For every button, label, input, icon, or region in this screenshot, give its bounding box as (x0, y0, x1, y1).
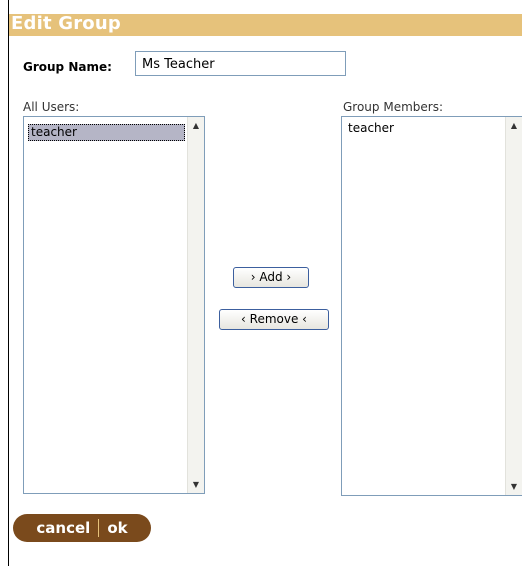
ok-link[interactable]: ok (107, 519, 127, 537)
group-name-input[interactable] (135, 51, 346, 76)
dialog-title: Edit Group (11, 13, 121, 34)
group-name-label: Group Name: (23, 60, 112, 74)
add-button[interactable]: › Add › (233, 267, 309, 288)
scroll-down-arrow-icon[interactable]: ▼ (188, 476, 204, 493)
all-users-item-teacher[interactable]: teacher (28, 124, 185, 141)
group-members-scrollbar[interactable]: ▲ ▼ (505, 117, 522, 495)
group-members-listbox[interactable]: teacher ▲ ▼ (341, 116, 522, 496)
group-members-items: teacher (342, 117, 505, 495)
scroll-down-arrow-icon[interactable]: ▼ (506, 478, 522, 495)
footer-separator (98, 519, 100, 537)
cancel-link[interactable]: cancel (36, 519, 90, 537)
title-bar: Edit Group (9, 13, 522, 36)
all-users-items: teacher (24, 117, 187, 493)
group-members-label: Group Members: (343, 100, 444, 114)
all-users-scrollbar[interactable]: ▲ ▼ (187, 117, 204, 493)
all-users-listbox[interactable]: teacher ▲ ▼ (23, 116, 205, 494)
edit-group-dialog: Edit Group Group Name: All Users: teache… (8, 0, 522, 566)
remove-button[interactable]: ‹ Remove ‹ (219, 309, 329, 330)
footer-actions: cancel ok (13, 514, 151, 542)
group-members-item-teacher[interactable]: teacher (346, 120, 503, 137)
scroll-up-arrow-icon[interactable]: ▲ (188, 117, 204, 134)
scroll-up-arrow-icon[interactable]: ▲ (506, 117, 522, 134)
all-users-label: All Users: (23, 100, 80, 114)
